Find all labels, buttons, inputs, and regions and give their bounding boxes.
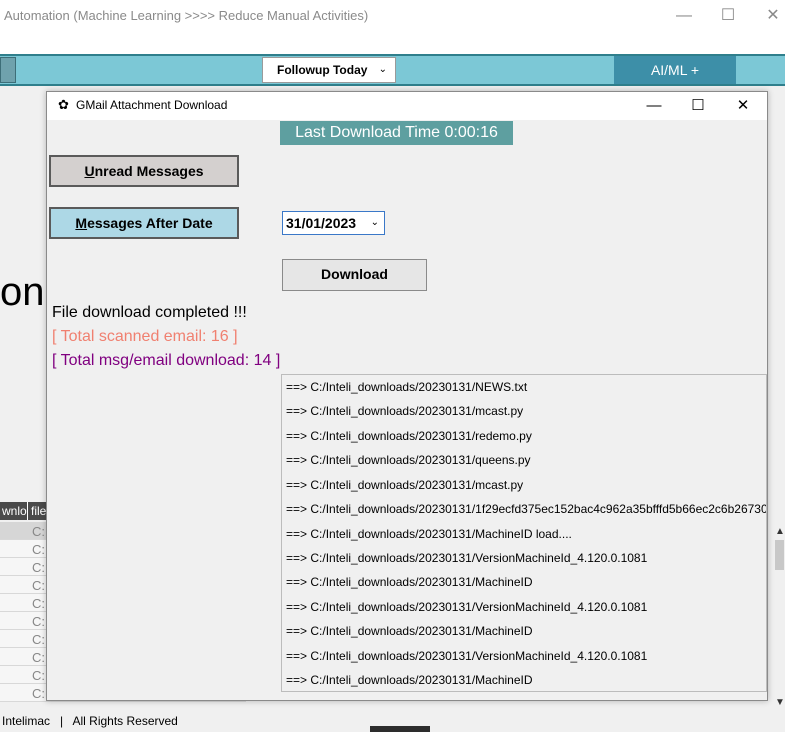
main-window-title: Automation (Machine Learning >>>> Reduce… [4,8,369,23]
aiml-button[interactable]: AI/ML + [614,56,736,84]
after-date-button-mnemonic: M [75,215,88,231]
status-bar-text: Intelimac | All Rights Reserved [2,714,178,728]
list-item[interactable]: ==> C:/Inteli_downloads/20230131/Machine… [286,673,533,687]
table-cell: C: [32,614,45,629]
last-download-time-label: Last Download Time 0:00:16 [280,121,513,145]
download-button[interactable]: Download [282,259,427,291]
dialog-minimize-button[interactable]: — [632,95,676,117]
list-item[interactable]: ==> C:/Inteli_downloads/20230131/NEWS.tx… [286,380,527,394]
followup-select[interactable]: Followup Today ⌄ [262,57,396,83]
list-item[interactable]: ==> C:/Inteli_downloads/20230131/queens.… [286,453,531,467]
scrollbar-thumb[interactable] [775,540,784,570]
background-table-header-cell[interactable]: wnlo [2,504,27,518]
downloaded-files-list[interactable]: ==> C:/Inteli_downloads/20230131/NEWS.tx… [281,374,767,692]
list-item[interactable]: ==> C:/Inteli_downloads/20230131/Machine… [286,575,533,589]
feather-icon: ✿ [58,97,69,112]
chevron-down-icon: ⌄ [378,64,387,75]
list-item[interactable]: ==> C:/Inteli_downloads/20230131/1f29ecf… [286,502,766,516]
list-item[interactable]: ==> C:/Inteli_downloads/20230131/Machine… [286,527,572,541]
list-item[interactable]: ==> C:/Inteli_downloads/20230131/Version… [286,551,647,565]
table-cell: C: [32,596,45,611]
table-cell: C: [32,524,45,539]
unread-messages-button[interactable]: Unread Messages [49,155,239,187]
dialog-title: GMail Attachment Download [76,98,228,112]
scroll-down-icon[interactable]: ▼ [775,697,785,708]
table-cell: C: [32,650,45,665]
download-status-text: File download completed !!! [52,304,247,321]
date-picker[interactable]: 31/01/2023 ⌄ [282,211,385,235]
column-divider [27,502,28,520]
chevron-down-icon: ⌄ [370,217,379,228]
followup-select-value: Followup Today [277,63,368,77]
downloaded-count-text: [ Total msg/email download: 14 ] [52,352,281,369]
taskbar-fragment [370,726,430,732]
table-cell: C: [32,542,45,557]
table-cell: C: [32,578,45,593]
table-cell: C: [32,632,45,647]
list-item[interactable]: ==> C:/Inteli_downloads/20230131/Version… [286,600,647,614]
table-cell: C: [32,668,45,683]
after-date-button-label: essages After Date [87,215,213,231]
list-item[interactable]: ==> C:/Inteli_downloads/20230131/Machine… [286,624,533,638]
main-minimize-button[interactable]: — [661,4,707,28]
list-item[interactable]: ==> C:/Inteli_downloads/20230131/mcast.p… [286,478,523,492]
menu-gap [0,32,785,54]
dialog-close-button[interactable]: ✕ [721,95,765,117]
list-item[interactable]: ==> C:/Inteli_downloads/20230131/mcast.p… [286,404,523,418]
table-cell: C: [32,560,45,575]
date-picker-value: 31/01/2023 [286,215,357,231]
main-maximize-button[interactable]: ☐ [705,4,751,28]
background-table-header-cell[interactable]: file [31,504,46,518]
scanned-count-text: [ Total scanned email: 16 ] [52,328,238,345]
toolbar-left-button[interactable] [0,57,16,83]
list-item[interactable]: ==> C:/Inteli_downloads/20230131/redemo.… [286,429,532,443]
unread-button-mnemonic: U [84,163,95,179]
table-cell: C: [32,686,45,701]
dialog-maximize-button[interactable]: ☐ [676,95,720,117]
background-heading: on [0,270,45,314]
messages-after-date-button[interactable]: Messages After Date [49,207,239,239]
main-close-button[interactable]: ✕ [750,4,785,28]
scroll-up-icon[interactable]: ▲ [775,526,785,537]
unread-button-label: nread Messages [94,163,204,179]
list-item[interactable]: ==> C:/Inteli_downloads/20230131/Version… [286,649,647,663]
